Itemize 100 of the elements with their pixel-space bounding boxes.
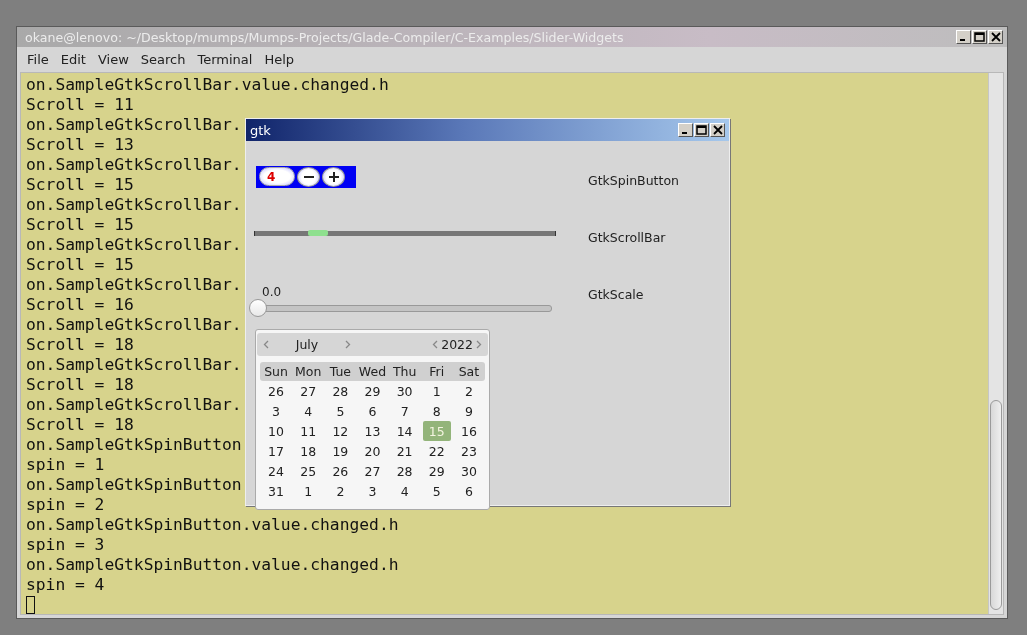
close-button[interactable] [988, 30, 1003, 44]
calendar-day[interactable]: 26 [324, 461, 357, 481]
weekday-label: Wed [357, 364, 388, 379]
terminal-line: on.SampleGtkScrollBar. [26, 315, 242, 335]
calendar-day[interactable]: 7 [388, 401, 421, 421]
calendar-day[interactable]: 6 [452, 481, 485, 501]
menu-item[interactable]: Search [134, 52, 192, 67]
terminal-line: Scroll = 18 [26, 335, 134, 355]
scrollbar-thumb[interactable] [308, 230, 328, 236]
close-button[interactable] [710, 123, 725, 137]
terminal-line: spin = 4 [26, 575, 105, 595]
calendar-day[interactable]: 1 [292, 481, 325, 501]
scale-thumb[interactable] [249, 299, 267, 317]
menu-item[interactable]: File [21, 52, 55, 67]
calendar-day[interactable]: 18 [292, 441, 325, 461]
calendar-day[interactable]: 5 [420, 481, 453, 501]
plus-icon [328, 171, 339, 182]
decrement-button[interactable] [297, 166, 320, 187]
menu-item[interactable]: Help [258, 52, 301, 67]
weekday-label: Fri [428, 364, 446, 379]
calendar-day[interactable]: 28 [388, 461, 421, 481]
calendar-day[interactable]: 29 [356, 381, 389, 401]
calendar-day[interactable]: 17 [260, 441, 293, 461]
calendar-day[interactable]: 1 [420, 381, 453, 401]
menu-item[interactable]: Terminal [191, 52, 259, 67]
terminal-line: on.SampleGtkSpinButton.value.changed.h [26, 515, 399, 535]
terminal-line: Scroll = 18 [26, 375, 134, 395]
terminal-line: spin = 2 [26, 495, 105, 515]
calendar-day[interactable]: 28 [324, 381, 357, 401]
calendar-day[interactable]: 2 [324, 481, 357, 501]
calendar-day[interactable]: 2 [452, 381, 485, 401]
terminal-line: Scroll = 15 [26, 255, 134, 275]
calendar-day[interactable]: 8 [420, 401, 453, 421]
terminal-line: Scroll = 15 [26, 175, 134, 195]
terminal-line: on.SampleGtkScrollBar. [26, 355, 242, 375]
calendar-day[interactable]: 12 [324, 421, 357, 441]
scale-value: 0.0 [261, 285, 283, 299]
weekday-label: Mon [294, 364, 323, 379]
spin-value[interactable]: 4 [259, 167, 295, 186]
calendar-day[interactable]: 25 [292, 461, 325, 481]
spin-button[interactable]: 4 [256, 165, 356, 188]
horizontal-scrollbar[interactable] [254, 231, 556, 236]
terminal-line: Scroll = 15 [26, 215, 134, 235]
increment-button[interactable] [322, 166, 345, 187]
menu-item[interactable]: View [91, 52, 135, 67]
calendar-day[interactable]: 6 [356, 401, 389, 421]
calendar-day[interactable]: 5 [324, 401, 357, 421]
terminal-line: on.SampleGtkSpinButton [26, 435, 242, 455]
calendar-day[interactable]: 20 [356, 441, 389, 461]
scrollbar[interactable] [988, 73, 1003, 614]
terminal-line: spin = 1 [26, 455, 105, 475]
terminal-line: Scroll = 11 [26, 95, 134, 115]
minimize-button[interactable] [956, 30, 971, 44]
scrollbar-thumb[interactable] [990, 400, 1002, 610]
widget-label: GtkScrollBar [588, 230, 667, 245]
terminal-line: on.SampleGtkScrollBar. [26, 395, 242, 415]
minimize-button[interactable] [678, 123, 693, 137]
calendar-day[interactable]: 23 [452, 441, 485, 461]
scale-slider[interactable] [249, 299, 552, 317]
calendar-day[interactable]: 31 [260, 481, 293, 501]
calendar-day[interactable]: 26 [260, 381, 293, 401]
minimize-icon [960, 39, 965, 41]
terminal-line: Scroll = 16 [26, 295, 134, 315]
calendar-day[interactable]: 24 [260, 461, 293, 481]
widget-label: GtkScale [588, 286, 645, 302]
calendar-day[interactable]: 13 [356, 421, 389, 441]
calendar-day[interactable]: 22 [420, 441, 453, 461]
terminal-line: on.SampleGtkScrollBar. [26, 235, 242, 255]
maximize-button[interactable] [694, 123, 709, 137]
terminal-line: Scroll = 13 [26, 135, 134, 155]
maximize-button[interactable] [972, 30, 987, 44]
terminal-line: on.SampleGtkScrollBar. [26, 195, 242, 215]
menu-item[interactable]: Edit [54, 52, 92, 67]
calendar-day[interactable]: 11 [292, 421, 325, 441]
calendar-day[interactable]: 4 [388, 481, 421, 501]
weekday-label: Sat [457, 364, 481, 379]
window-title: okane@lenovo: ~/Desktop/mumps/Mumps-Projects/Glade-Compiler/C-Examples/Slider-Widgets [25, 29, 624, 45]
calendar-day[interactable]: 9 [452, 401, 485, 421]
weekday-label: Thu [391, 364, 418, 379]
calendar-day[interactable]: 14 [388, 421, 421, 441]
weekday-label: Tue [328, 364, 353, 379]
calendar-day[interactable]: 21 [388, 441, 421, 461]
cursor-icon [26, 596, 35, 614]
calendar-day[interactable]: 30 [452, 461, 485, 481]
weekday-label: Sun [263, 364, 289, 379]
calendar-day[interactable]: 3 [260, 401, 293, 421]
terminal-line: on.SampleGtkSpinButton [26, 475, 242, 495]
calendar-day[interactable]: 29 [420, 461, 453, 481]
calendar-day[interactable]: 19 [324, 441, 357, 461]
calendar-day[interactable]: 27 [356, 461, 389, 481]
calendar-day[interactable]: 30 [388, 381, 421, 401]
calendar-day[interactable]: 3 [356, 481, 389, 501]
terminal-line: on.SampleGtkScrollBar. [26, 115, 242, 135]
calendar-day[interactable]: 10 [260, 421, 293, 441]
terminal-line: on.SampleGtkScrollBar. [26, 275, 242, 295]
calendar-day[interactable]: 4 [292, 401, 325, 421]
calendar-day[interactable]: 16 [452, 421, 485, 441]
terminal-line: on.SampleGtkScrollBar. [26, 155, 242, 175]
terminal-line: on.SampleGtkSpinButton.value.changed.h [26, 555, 399, 575]
calendar-day[interactable]: 27 [292, 381, 325, 401]
